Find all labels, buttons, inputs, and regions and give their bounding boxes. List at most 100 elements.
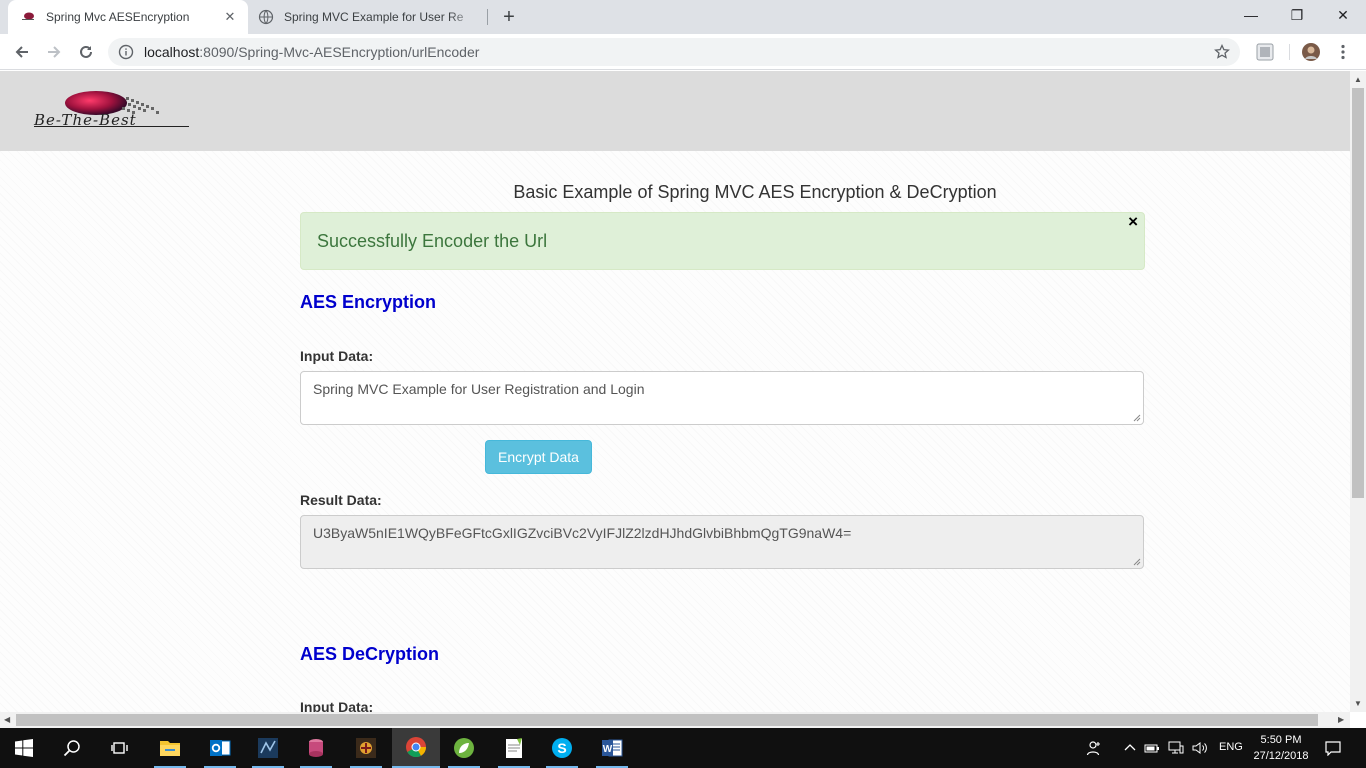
decryption-input-label: Input Data: [300,699,374,712]
tab-title: Spring MVC Example for User Re [284,10,464,24]
minimize-button[interactable]: — [1228,0,1274,30]
scroll-right-icon[interactable]: ▶ [1338,715,1344,724]
new-tab-button[interactable]: + [500,7,518,27]
aes-decryption-title: AES DeCryption [300,644,440,664]
vertical-scroll-thumb[interactable] [1352,88,1364,498]
close-alert-icon[interactable]: × [1128,213,1138,231]
people-glyph-icon [1086,741,1100,756]
horizontal-scrollbar[interactable]: ◀ ▶ [0,712,1350,728]
restore-button[interactable]: ❐ [1274,0,1320,30]
taskbar-spring-tool-suite[interactable] [440,728,488,768]
battery-glyph-icon [1144,744,1159,753]
word-icon: W [602,739,623,757]
vertical-scrollbar[interactable]: ▲ ▼ [1350,71,1366,712]
globe-icon [258,9,274,25]
encryption-input-value: Spring MVC Example for User Registration… [313,381,645,397]
taskbar-file-explorer[interactable] [146,728,194,768]
close-window-button[interactable]: ✕ [1320,0,1366,30]
windows-logo-icon [15,739,33,757]
browser-tab-strip: Spring Mvc AESEncryption ✕ Spring MVC Ex… [0,0,1366,34]
profile-avatar[interactable] [1302,43,1320,61]
encryption-input-label: Input Data: [300,348,374,364]
close-tab-icon[interactable]: ✕ [222,9,238,25]
svg-text:W: W [603,744,613,755]
taskbar-notepad-plus-plus[interactable] [490,728,538,768]
encrypt-data-button[interactable]: Encrypt Data [485,440,592,474]
extension-icon[interactable] [1256,43,1274,61]
clock-date: 27/12/2018 [1253,750,1309,762]
address-bar[interactable]: localhost:8090/Spring-Mvc-AESEncryption/… [108,38,1240,66]
database-icon [309,739,323,757]
url-text: localhost:8090/Spring-Mvc-AESEncryption/… [144,44,479,60]
arrow-right-icon [48,46,61,58]
horizontal-scroll-thumb[interactable] [16,714,1318,726]
network-glyph-icon [1168,741,1184,754]
page-viewport: Be-The-Best Basic Example of Spring MVC … [0,71,1350,712]
chevron-up-icon [1124,744,1136,751]
alert-message: Successfully Encoder the Url [317,231,548,251]
tab-title: Spring Mvc AESEncryption [46,10,190,24]
result-data-value: U3ByaW5nIE1WQyBFeGFtcGxlIGZvciBVc2VyIFJl… [313,525,852,541]
battery-icon[interactable] [1144,740,1160,756]
result-data-label: Result Data: [300,492,382,508]
scroll-up-icon[interactable]: ▲ [1354,75,1362,84]
scroll-down-icon[interactable]: ▼ [1354,699,1362,708]
toolbar-divider [1289,44,1290,60]
site-header: Be-The-Best [0,71,1350,151]
url-path: :8090/Spring-Mvc-AESEncryption/urlEncode… [199,44,480,60]
task-view-button[interactable] [96,728,144,768]
taskbar-skype[interactable]: S [538,728,586,768]
forward-button[interactable] [43,41,65,63]
tab-spring-mvc-aesencryption[interactable]: Spring Mvc AESEncryption ✕ [8,0,248,34]
show-hidden-icons-chevron-icon[interactable] [1122,740,1138,756]
people-icon[interactable] [1086,740,1102,756]
tab-divider [487,9,488,25]
start-button[interactable] [0,728,48,768]
taskbar-chrome[interactable] [392,728,440,768]
resize-handle-icon[interactable] [1133,414,1141,422]
encryption-input-field[interactable]: Spring MVC Example for User Registration… [300,371,1144,425]
clock-time: 5:50 PM [1260,734,1302,746]
svg-text:S: S [557,740,566,756]
skype-icon: S [552,738,572,758]
resize-handle-icon[interactable] [1133,558,1141,566]
speaker-icon [1192,742,1207,754]
taskbar-word[interactable]: W [588,728,636,768]
action-center-icon[interactable] [1325,740,1341,756]
result-data-field[interactable]: U3ByaW5nIE1WQyBFeGFtcGxlIGZvciBVc2VyIFJl… [300,515,1144,569]
game-icon [356,738,376,758]
be-the-best-logo[interactable]: Be-The-Best [32,89,192,129]
search-icon [63,740,80,757]
back-button[interactable] [11,41,33,63]
volume-icon[interactable] [1192,740,1208,756]
search-button[interactable] [48,728,96,768]
network-icon[interactable] [1168,740,1184,756]
reload-button[interactable] [75,41,97,63]
taskbar-outlook[interactable] [196,728,244,768]
reload-icon [80,45,92,58]
task-view-icon [111,742,128,754]
taskbar-database-tool[interactable] [292,728,340,768]
dev-tool-icon [258,738,278,758]
arrow-left-icon [15,46,28,58]
browser-toolbar: localhost:8090/Spring-Mvc-AESEncryption/… [0,34,1366,70]
aes-encryption-title: AES Encryption [300,292,437,312]
info-icon[interactable] [118,44,134,60]
spring-leaf-icon [454,738,474,758]
page-title: Basic Example of Spring MVC AES Encrypti… [513,182,997,202]
notification-icon [1325,741,1341,756]
chrome-icon [406,737,427,758]
taskbar-game[interactable] [342,728,390,768]
input-language-indicator[interactable]: ENG [1219,741,1243,753]
menu-dots-icon[interactable] [1334,43,1352,61]
scroll-left-icon[interactable]: ◀ [4,715,10,724]
folder-icon [160,741,180,756]
tab-spring-mvc-example[interactable]: Spring MVC Example for User Re [250,0,488,34]
notepad-icon [506,738,522,758]
outlook-icon [210,740,231,756]
system-clock[interactable]: 5:50 PM 27/12/2018 [1244,732,1318,764]
bookmark-star-icon[interactable] [1214,44,1230,60]
taskbar-dev-tool[interactable] [244,728,292,768]
url-host: localhost [144,44,200,60]
site-favicon-icon [22,12,34,20]
